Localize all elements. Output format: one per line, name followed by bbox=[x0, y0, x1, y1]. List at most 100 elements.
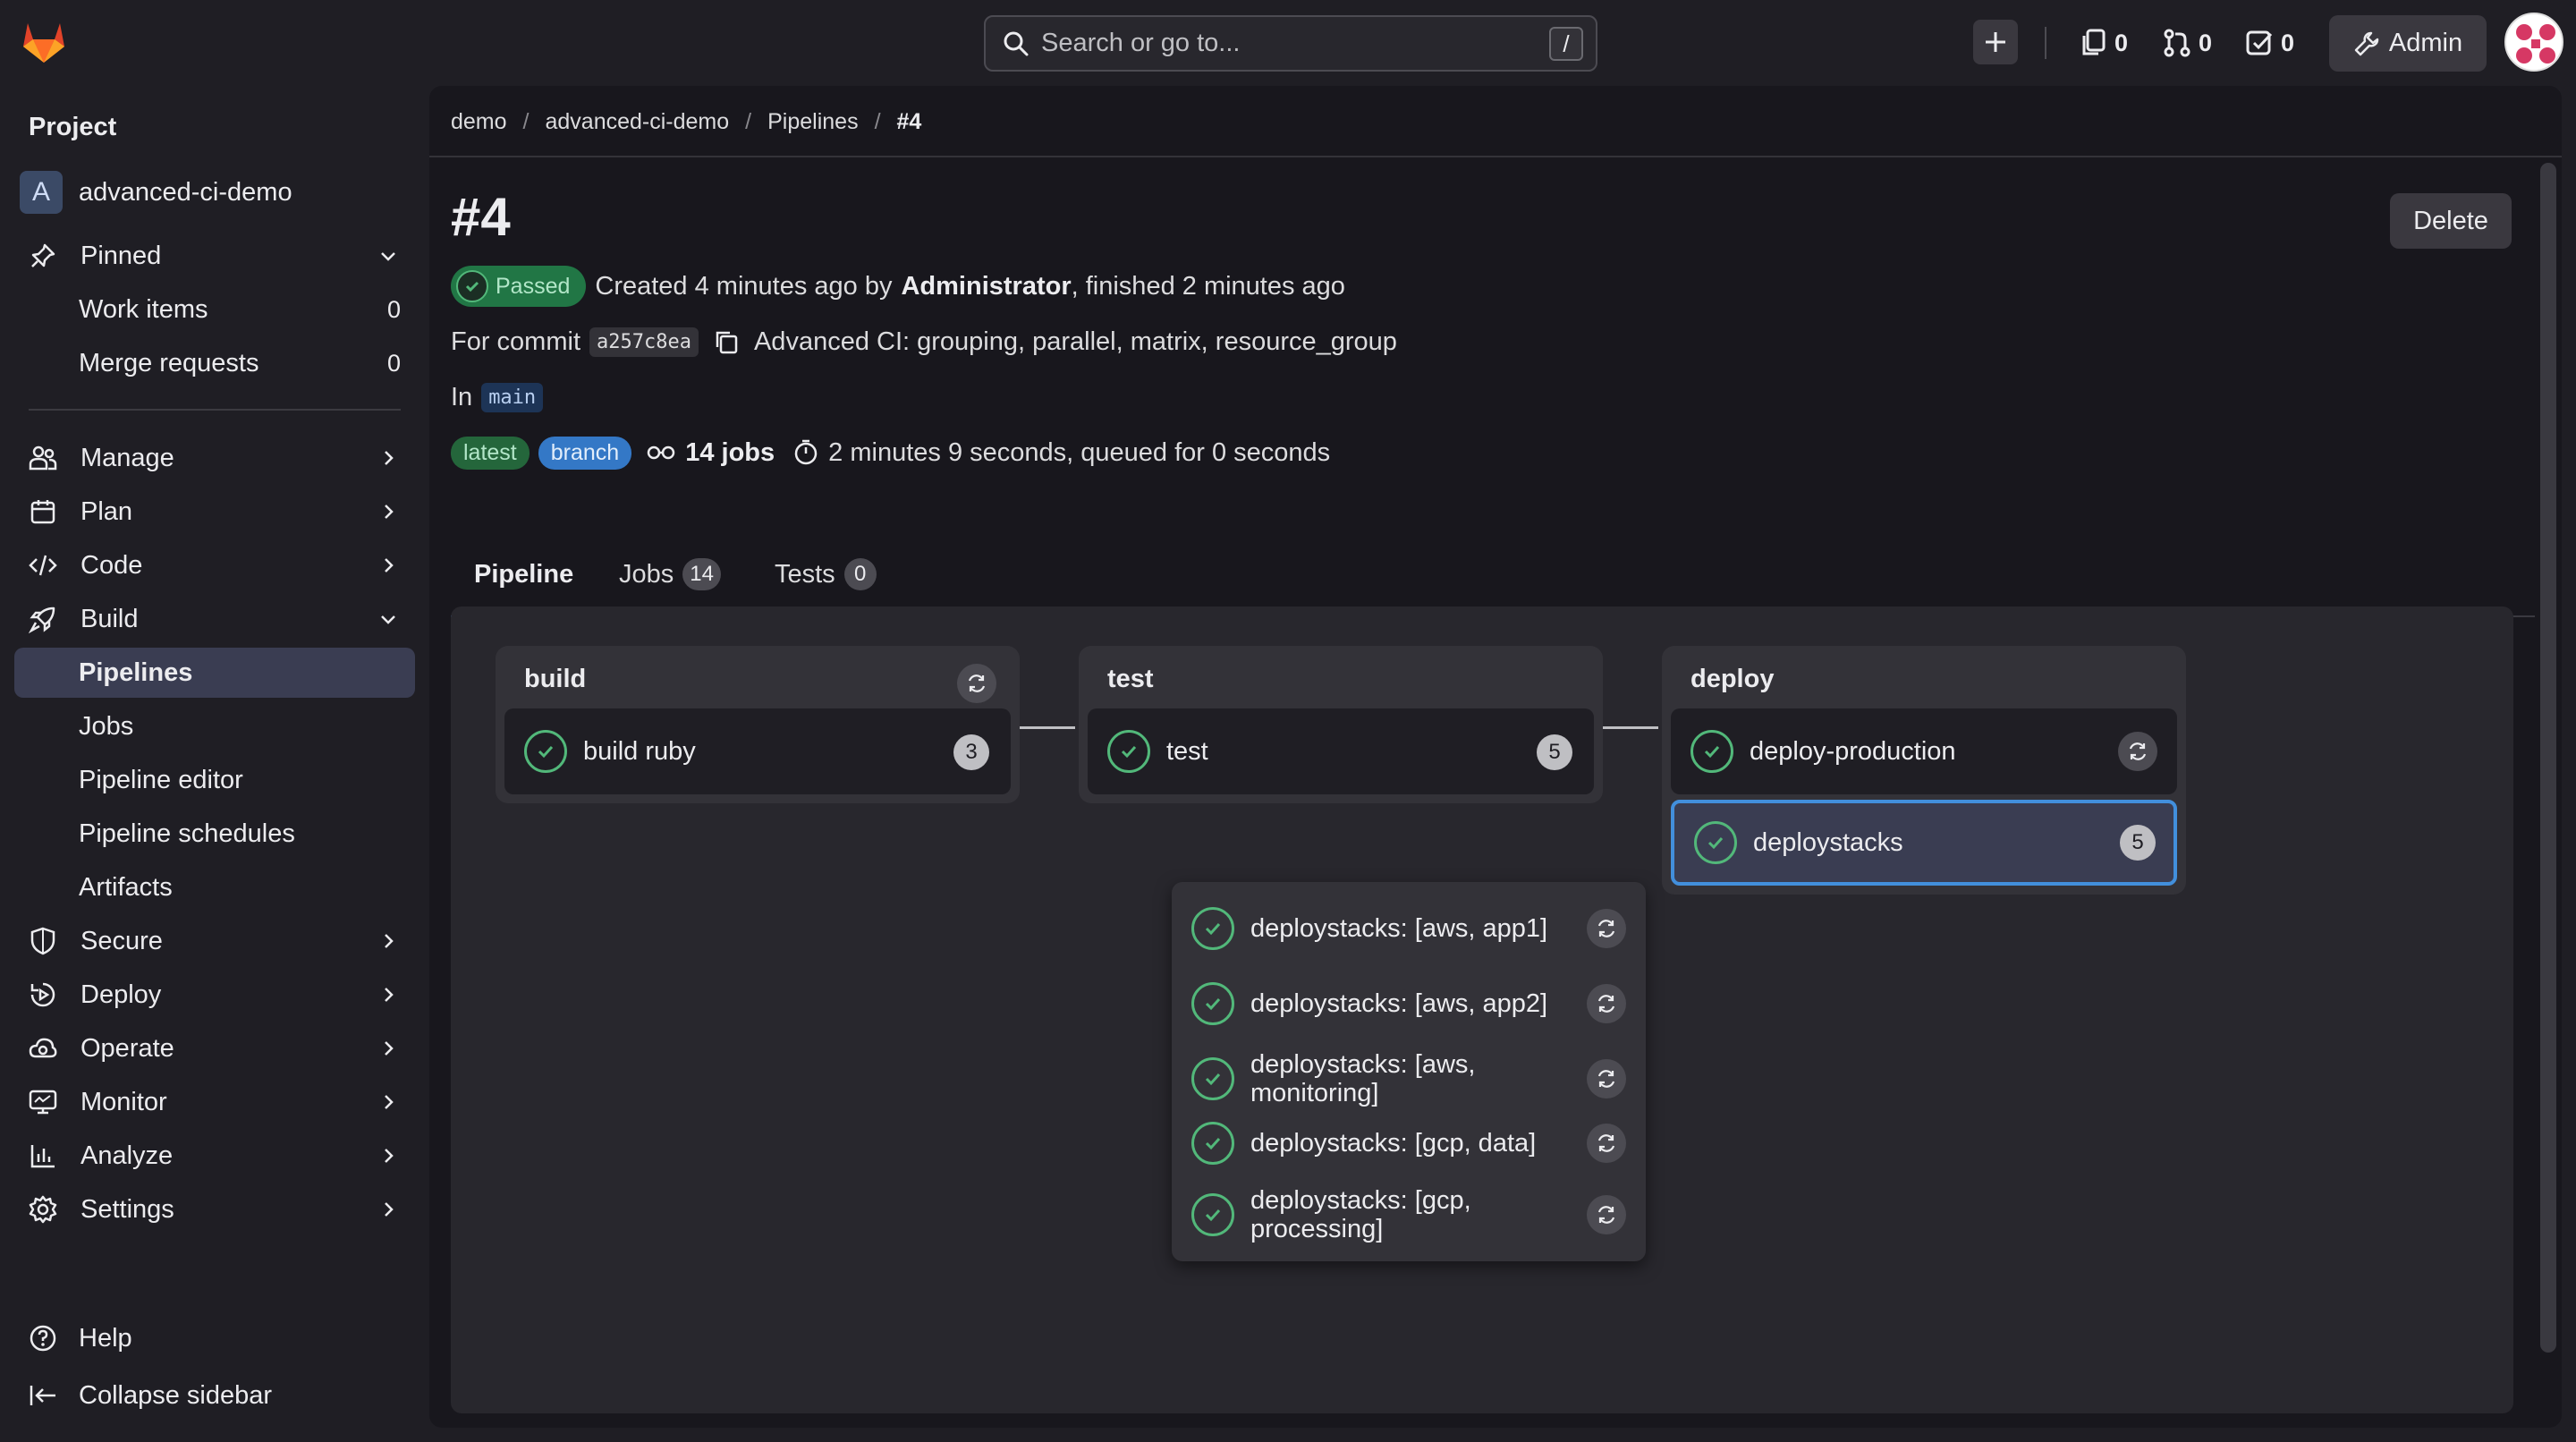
tab-tests[interactable]: Tests 0 bbox=[775, 531, 877, 617]
tab-jobs[interactable]: Jobs 14 bbox=[619, 531, 721, 617]
status-label: Passed bbox=[496, 273, 571, 299]
breadcrumb-item[interactable]: demo bbox=[451, 109, 507, 135]
search-input[interactable]: Search or go to... / bbox=[984, 15, 1597, 72]
retry-job-button[interactable] bbox=[2118, 732, 2157, 771]
dropdown-job-item[interactable]: deploystacks: [aws, app2] bbox=[1172, 966, 1646, 1041]
sidebar-item-label: Jobs bbox=[79, 711, 134, 741]
chevron-down-icon bbox=[381, 615, 395, 624]
stage-name: build bbox=[524, 664, 587, 693]
sidebar-item-artifacts[interactable]: Artifacts bbox=[14, 862, 415, 912]
users-icon bbox=[27, 442, 59, 474]
breadcrumb-item[interactable]: Pipelines bbox=[767, 109, 858, 135]
gear-icon bbox=[27, 1193, 59, 1226]
sidebar-item-plan[interactable]: Plan bbox=[14, 487, 415, 537]
sidebar-heading: Project bbox=[29, 113, 117, 141]
plus-icon bbox=[1986, 32, 2005, 52]
delete-button[interactable]: Delete bbox=[2390, 193, 2512, 249]
collapse-sidebar-button[interactable]: Collapse sidebar bbox=[14, 1370, 415, 1421]
sidebar-item-deploy[interactable]: Deploy bbox=[14, 970, 415, 1020]
sidebar-item-build[interactable]: Build bbox=[14, 594, 415, 644]
tab-count: 14 bbox=[682, 558, 721, 590]
retry-stage-button[interactable] bbox=[957, 664, 996, 703]
dropdown-job-item[interactable]: deploystacks: [aws, app1] bbox=[1172, 891, 1646, 966]
sidebar-item-monitor[interactable]: Monitor bbox=[14, 1077, 415, 1127]
breadcrumb-current[interactable]: #4 bbox=[897, 109, 922, 135]
calendar-icon bbox=[27, 496, 59, 528]
pipeline-tabs: Pipeline Jobs 14 Tests 0 bbox=[450, 531, 2535, 619]
sidebar-item-label: Pipeline editor bbox=[79, 765, 243, 794]
help-button[interactable]: Help bbox=[14, 1313, 415, 1363]
sidebar-item-operate[interactable]: Operate bbox=[14, 1023, 415, 1073]
job-deploy-production[interactable]: deploy-production bbox=[1671, 708, 2177, 794]
search-shortcut-key: / bbox=[1549, 27, 1583, 61]
tab-pipeline[interactable]: Pipeline bbox=[450, 531, 597, 619]
collapse-sidebar-label: Collapse sidebar bbox=[79, 1380, 273, 1410]
work-items-count: 0 bbox=[386, 295, 401, 323]
breadcrumb-item[interactable]: advanced-ci-demo bbox=[546, 109, 730, 135]
sidebar-item-work-items[interactable]: Work items 0 bbox=[14, 284, 415, 335]
for-commit-label: For commit bbox=[451, 327, 580, 356]
sidebar-item-manage[interactable]: Manage bbox=[14, 433, 415, 483]
commit-sha[interactable]: a257c8ea bbox=[589, 327, 699, 357]
retry-job-button[interactable] bbox=[1587, 1195, 1626, 1234]
job-name: build ruby bbox=[583, 736, 696, 766]
chevron-right-icon bbox=[385, 505, 394, 519]
job-build-ruby[interactable]: build ruby 3 bbox=[504, 708, 1011, 794]
retry-icon bbox=[2129, 742, 2147, 760]
breadcrumb-separator: / bbox=[522, 108, 530, 134]
success-icon bbox=[1191, 1057, 1234, 1100]
user-avatar[interactable] bbox=[2504, 13, 2563, 72]
stage-deploy: deploy deploy-production deploystacks 5 bbox=[1662, 646, 2186, 895]
gitlab-logo-icon[interactable] bbox=[20, 20, 68, 64]
sidebar-item-pipeline-schedules[interactable]: Pipeline schedules bbox=[14, 809, 415, 859]
commit-message[interactable]: Advanced CI: grouping, parallel, matrix,… bbox=[754, 327, 1397, 357]
sidebar-item-analyze[interactable]: Analyze bbox=[14, 1131, 415, 1181]
pipeline-icon bbox=[646, 443, 676, 462]
issues-count: 0 bbox=[2114, 29, 2129, 56]
sidebar-item-pipeline-editor[interactable]: Pipeline editor bbox=[14, 755, 415, 805]
code-icon bbox=[27, 549, 59, 581]
dropdown-job-item[interactable]: deploystacks: [gcp, processing] bbox=[1172, 1177, 1646, 1252]
status-badge[interactable]: Passed bbox=[451, 266, 587, 307]
retry-job-button[interactable] bbox=[1587, 984, 1626, 1023]
success-icon bbox=[1107, 730, 1150, 773]
retry-job-button[interactable] bbox=[1587, 1124, 1626, 1163]
help-label: Help bbox=[79, 1323, 132, 1353]
merge-requests-button[interactable]: 0 bbox=[2163, 25, 2212, 61]
create-new-button[interactable] bbox=[1973, 20, 2018, 64]
sidebar-item-merge-requests[interactable]: Merge requests 0 bbox=[14, 338, 415, 388]
dropdown-job-item[interactable]: deploystacks: [aws, monitoring] bbox=[1172, 1041, 1646, 1116]
retry-job-button[interactable] bbox=[1587, 909, 1626, 948]
sidebar-item-jobs[interactable]: Jobs bbox=[14, 701, 415, 751]
sidebar-item-pipelines[interactable]: Pipelines bbox=[14, 648, 415, 698]
copy-icon[interactable] bbox=[713, 328, 740, 355]
dropdown-job-item[interactable]: deploystacks: [gcp, data] bbox=[1172, 1111, 1646, 1175]
retry-job-button[interactable] bbox=[1587, 1059, 1626, 1098]
job-test[interactable]: test 5 bbox=[1088, 708, 1594, 794]
stage-test: test test 5 bbox=[1079, 646, 1603, 803]
admin-button[interactable]: Admin bbox=[2329, 15, 2487, 72]
chevron-down-icon bbox=[381, 252, 395, 261]
sidebar-item-label: Analyze bbox=[80, 1141, 174, 1170]
branch-row: In main bbox=[451, 376, 544, 419]
issues-button[interactable]: 0 bbox=[2080, 25, 2128, 61]
branch-name[interactable]: main bbox=[481, 382, 544, 412]
retry-icon bbox=[1597, 920, 1615, 937]
monitor-icon bbox=[27, 1086, 59, 1118]
sidebar-item-code[interactable]: Code bbox=[14, 540, 415, 590]
sidebar-project-link[interactable]: A advanced-ci-demo bbox=[20, 170, 292, 215]
main-panel: demo / advanced-ci-demo / Pipelines / #4… bbox=[429, 86, 2562, 1428]
sidebar-item-pinned[interactable]: Pinned bbox=[14, 231, 415, 281]
stage-connector bbox=[1601, 726, 1658, 729]
sidebar-item-secure[interactable]: Secure bbox=[14, 916, 415, 966]
todos-button[interactable]: 0 bbox=[2245, 25, 2294, 61]
job-deploystacks[interactable]: deploystacks 5 bbox=[1671, 800, 2177, 886]
stage-header: test bbox=[1088, 651, 1594, 707]
author-link[interactable]: Administrator bbox=[901, 272, 1071, 301]
sidebar-item-label: Pinned bbox=[80, 241, 162, 270]
sidebar-item-settings[interactable]: Settings bbox=[14, 1184, 415, 1234]
retry-icon bbox=[1597, 995, 1615, 1013]
created-text: Created 4 minutes ago by bbox=[595, 271, 893, 301]
job-name: deploystacks: [gcp, processing] bbox=[1250, 1186, 1471, 1243]
scrollbar[interactable] bbox=[2540, 163, 2556, 1353]
